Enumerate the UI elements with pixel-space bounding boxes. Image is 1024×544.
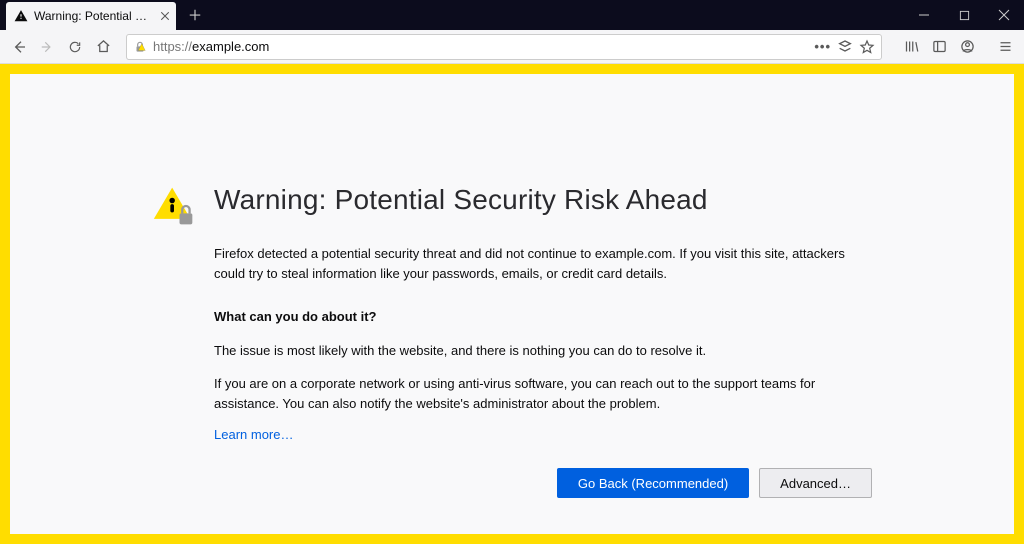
forward-button[interactable]	[34, 34, 60, 60]
page-content: Warning: Potential Security Risk Ahead F…	[0, 64, 1024, 544]
go-back-button[interactable]: Go Back (Recommended)	[557, 468, 749, 498]
account-icon[interactable]	[954, 34, 980, 60]
menu-icon[interactable]	[992, 34, 1018, 60]
lock-warning-icon	[133, 40, 147, 54]
home-button[interactable]	[90, 34, 116, 60]
reload-button[interactable]	[62, 34, 88, 60]
browser-tab-active[interactable]: Warning: Potential Security Risk	[6, 2, 176, 30]
page-title: Warning: Potential Security Risk Ahead	[214, 184, 872, 216]
minimize-button[interactable]	[904, 0, 944, 30]
close-window-button[interactable]	[984, 0, 1024, 30]
back-button[interactable]	[6, 34, 32, 60]
warning-description: Firefox detected a potential security th…	[214, 244, 872, 283]
learn-more-link[interactable]: Learn more…	[214, 427, 293, 442]
reader-icon[interactable]	[837, 39, 853, 55]
advice-2: If you are on a corporate network or usi…	[214, 374, 872, 413]
sidebar-icon[interactable]	[926, 34, 952, 60]
url-text: https://example.com	[153, 39, 808, 54]
question-heading: What can you do about it?	[214, 307, 872, 327]
new-tab-button[interactable]	[182, 0, 208, 30]
tab-title: Warning: Potential Security Risk	[34, 9, 154, 23]
window-titlebar: Warning: Potential Security Risk	[0, 0, 1024, 30]
close-icon[interactable]	[160, 11, 170, 21]
advanced-button[interactable]: Advanced…	[759, 468, 872, 498]
library-icon[interactable]	[898, 34, 924, 60]
url-bar[interactable]: https://example.com •••	[126, 34, 882, 60]
bookmark-star-icon[interactable]	[859, 39, 875, 55]
warning-icon	[14, 9, 28, 23]
advice-1: The issue is most likely with the websit…	[214, 341, 872, 361]
window-controls	[904, 0, 1024, 30]
navigation-toolbar: https://example.com •••	[0, 30, 1024, 64]
maximize-button[interactable]	[944, 0, 984, 30]
page-actions-icon[interactable]: •••	[814, 39, 831, 54]
warning-lock-icon	[152, 184, 196, 534]
